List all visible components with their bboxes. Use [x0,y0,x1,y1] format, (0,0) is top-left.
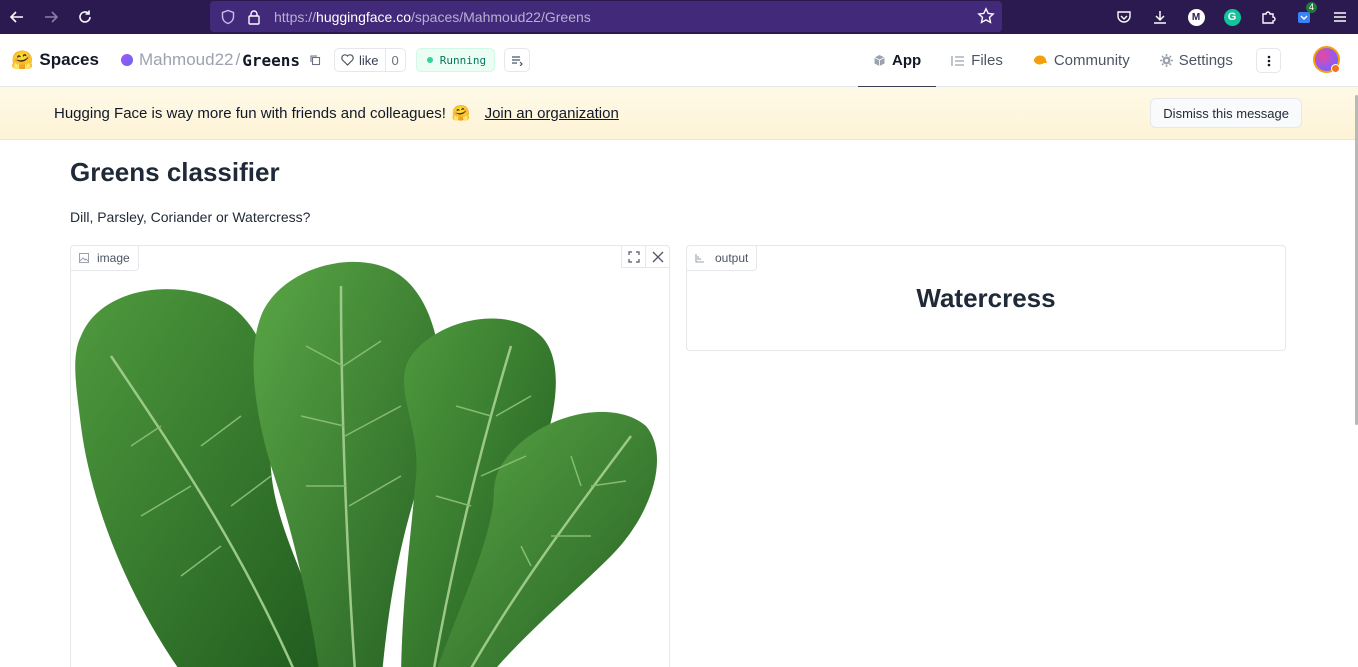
org-banner: Hugging Face is way more fun with friend… [0,87,1358,140]
repo-name-link[interactable]: Greens [242,51,300,70]
extension-notify-button[interactable]: 4 [1286,0,1322,34]
tab-app[interactable]: App [858,34,937,88]
tab-community[interactable]: Community [1018,34,1145,87]
tab-files[interactable]: Files [936,34,1018,87]
arrow-left-icon [9,11,23,23]
hugging-face-emoji-icon: 🤗 [451,104,471,122]
grammarly-icon: G [1223,8,1241,26]
image-label-text: image [97,251,130,265]
clear-image-button[interactable] [645,246,669,268]
menu-button[interactable] [1322,0,1358,34]
back-button[interactable] [0,0,34,34]
app-title: Greens classifier [70,157,280,187]
tab-settings[interactable]: Settings [1145,34,1248,87]
toolbar-icons: M G 4 [1106,0,1358,34]
tab-app-label: App [892,52,922,69]
copy-icon[interactable] [308,53,322,67]
pocket-icon [1117,11,1131,23]
url-path: /spaces/Mahmoud22/Greens [411,8,591,25]
account-m-icon: M [1187,8,1205,26]
logs-button[interactable] [504,48,531,72]
shield-icon[interactable] [218,7,238,27]
hamburger-icon [1334,12,1346,22]
heart-icon [341,54,354,66]
image-icon [79,253,89,263]
grammarly-button[interactable]: G [1214,0,1250,34]
hf-header: 🤗 Spaces Mahmoud22 / Greens like 0 Runni… [0,34,1358,88]
notification-dot [1331,64,1340,73]
label-icon [695,253,705,263]
app-description: Dill, Parsley, Coriander or Watercress? [70,209,311,225]
output-panel: output Watercress [686,245,1286,351]
image-toolbar [621,246,669,268]
gear-icon [1159,54,1173,67]
image-label: image [71,246,139,271]
reload-icon [79,10,91,23]
join-organization-link[interactable]: Join an organization [485,105,619,122]
lock-icon[interactable] [244,7,264,27]
brand-label: Spaces [39,50,99,69]
like-widget: like 0 [334,48,406,72]
puzzle-icon [1262,11,1276,24]
logs-icon [512,56,523,66]
status-dot-icon [426,57,433,63]
status-text: Running [439,53,487,67]
close-icon [652,251,663,262]
url-scheme: https:// [274,8,317,25]
download-icon [1154,11,1166,24]
fullscreen-button[interactable] [621,246,645,268]
status-badge[interactable]: Running [415,48,496,72]
repo-breadcrumb: Mahmoud22 / Greens [120,50,322,70]
like-button[interactable]: like [335,49,385,71]
expand-icon [627,250,640,263]
downloads-button[interactable] [1142,0,1178,34]
leaf-image [71,246,669,667]
extension-badge: 4 [1305,2,1317,13]
image-input-panel[interactable]: image [70,245,670,667]
vertical-dots-icon [1267,55,1270,66]
repo-owner-link[interactable]: Mahmoud22 [139,50,234,70]
spaces-home-link[interactable]: 🤗 Spaces [11,50,99,71]
browser-toolbar: https://huggingface.co/spaces/Mahmoud22/… [0,0,1358,34]
dismiss-button[interactable]: Dismiss this message [1150,98,1302,128]
account-m-button[interactable]: M [1178,0,1214,34]
tab-community-label: Community [1053,52,1130,69]
breadcrumb-separator: / [235,50,241,69]
forward-button[interactable] [34,0,68,34]
url-text[interactable]: https://huggingface.co/spaces/Mahmoud22/… [274,9,591,25]
reload-button[interactable] [68,0,102,34]
files-icon [951,55,965,67]
arrow-right-icon [45,11,59,23]
pocket-button[interactable] [1106,0,1142,34]
url-host: huggingface.co [316,8,411,25]
url-bar[interactable]: https://huggingface.co/spaces/Mahmoud22/… [210,1,1002,32]
more-options-button[interactable] [1256,48,1281,73]
tab-files-label: Files [971,52,1003,69]
community-icon [1033,54,1048,67]
cube-icon [873,54,886,67]
like-label: like [359,52,379,68]
extensions-button[interactable] [1250,0,1286,34]
bookmark-star-icon[interactable] [976,6,996,26]
hugging-face-logo-icon: 🤗 [11,49,34,71]
tab-settings-label: Settings [1178,52,1233,69]
owner-avatar-icon [120,54,133,66]
like-count[interactable]: 0 [384,49,405,71]
output-label-text: output [715,251,749,265]
output-label: output [687,246,758,271]
space-tabs: App Files Community Settings [858,34,1248,88]
banner-message: Hugging Face is way more fun with friend… [54,104,446,122]
prediction-value: Watercress [916,283,1056,313]
